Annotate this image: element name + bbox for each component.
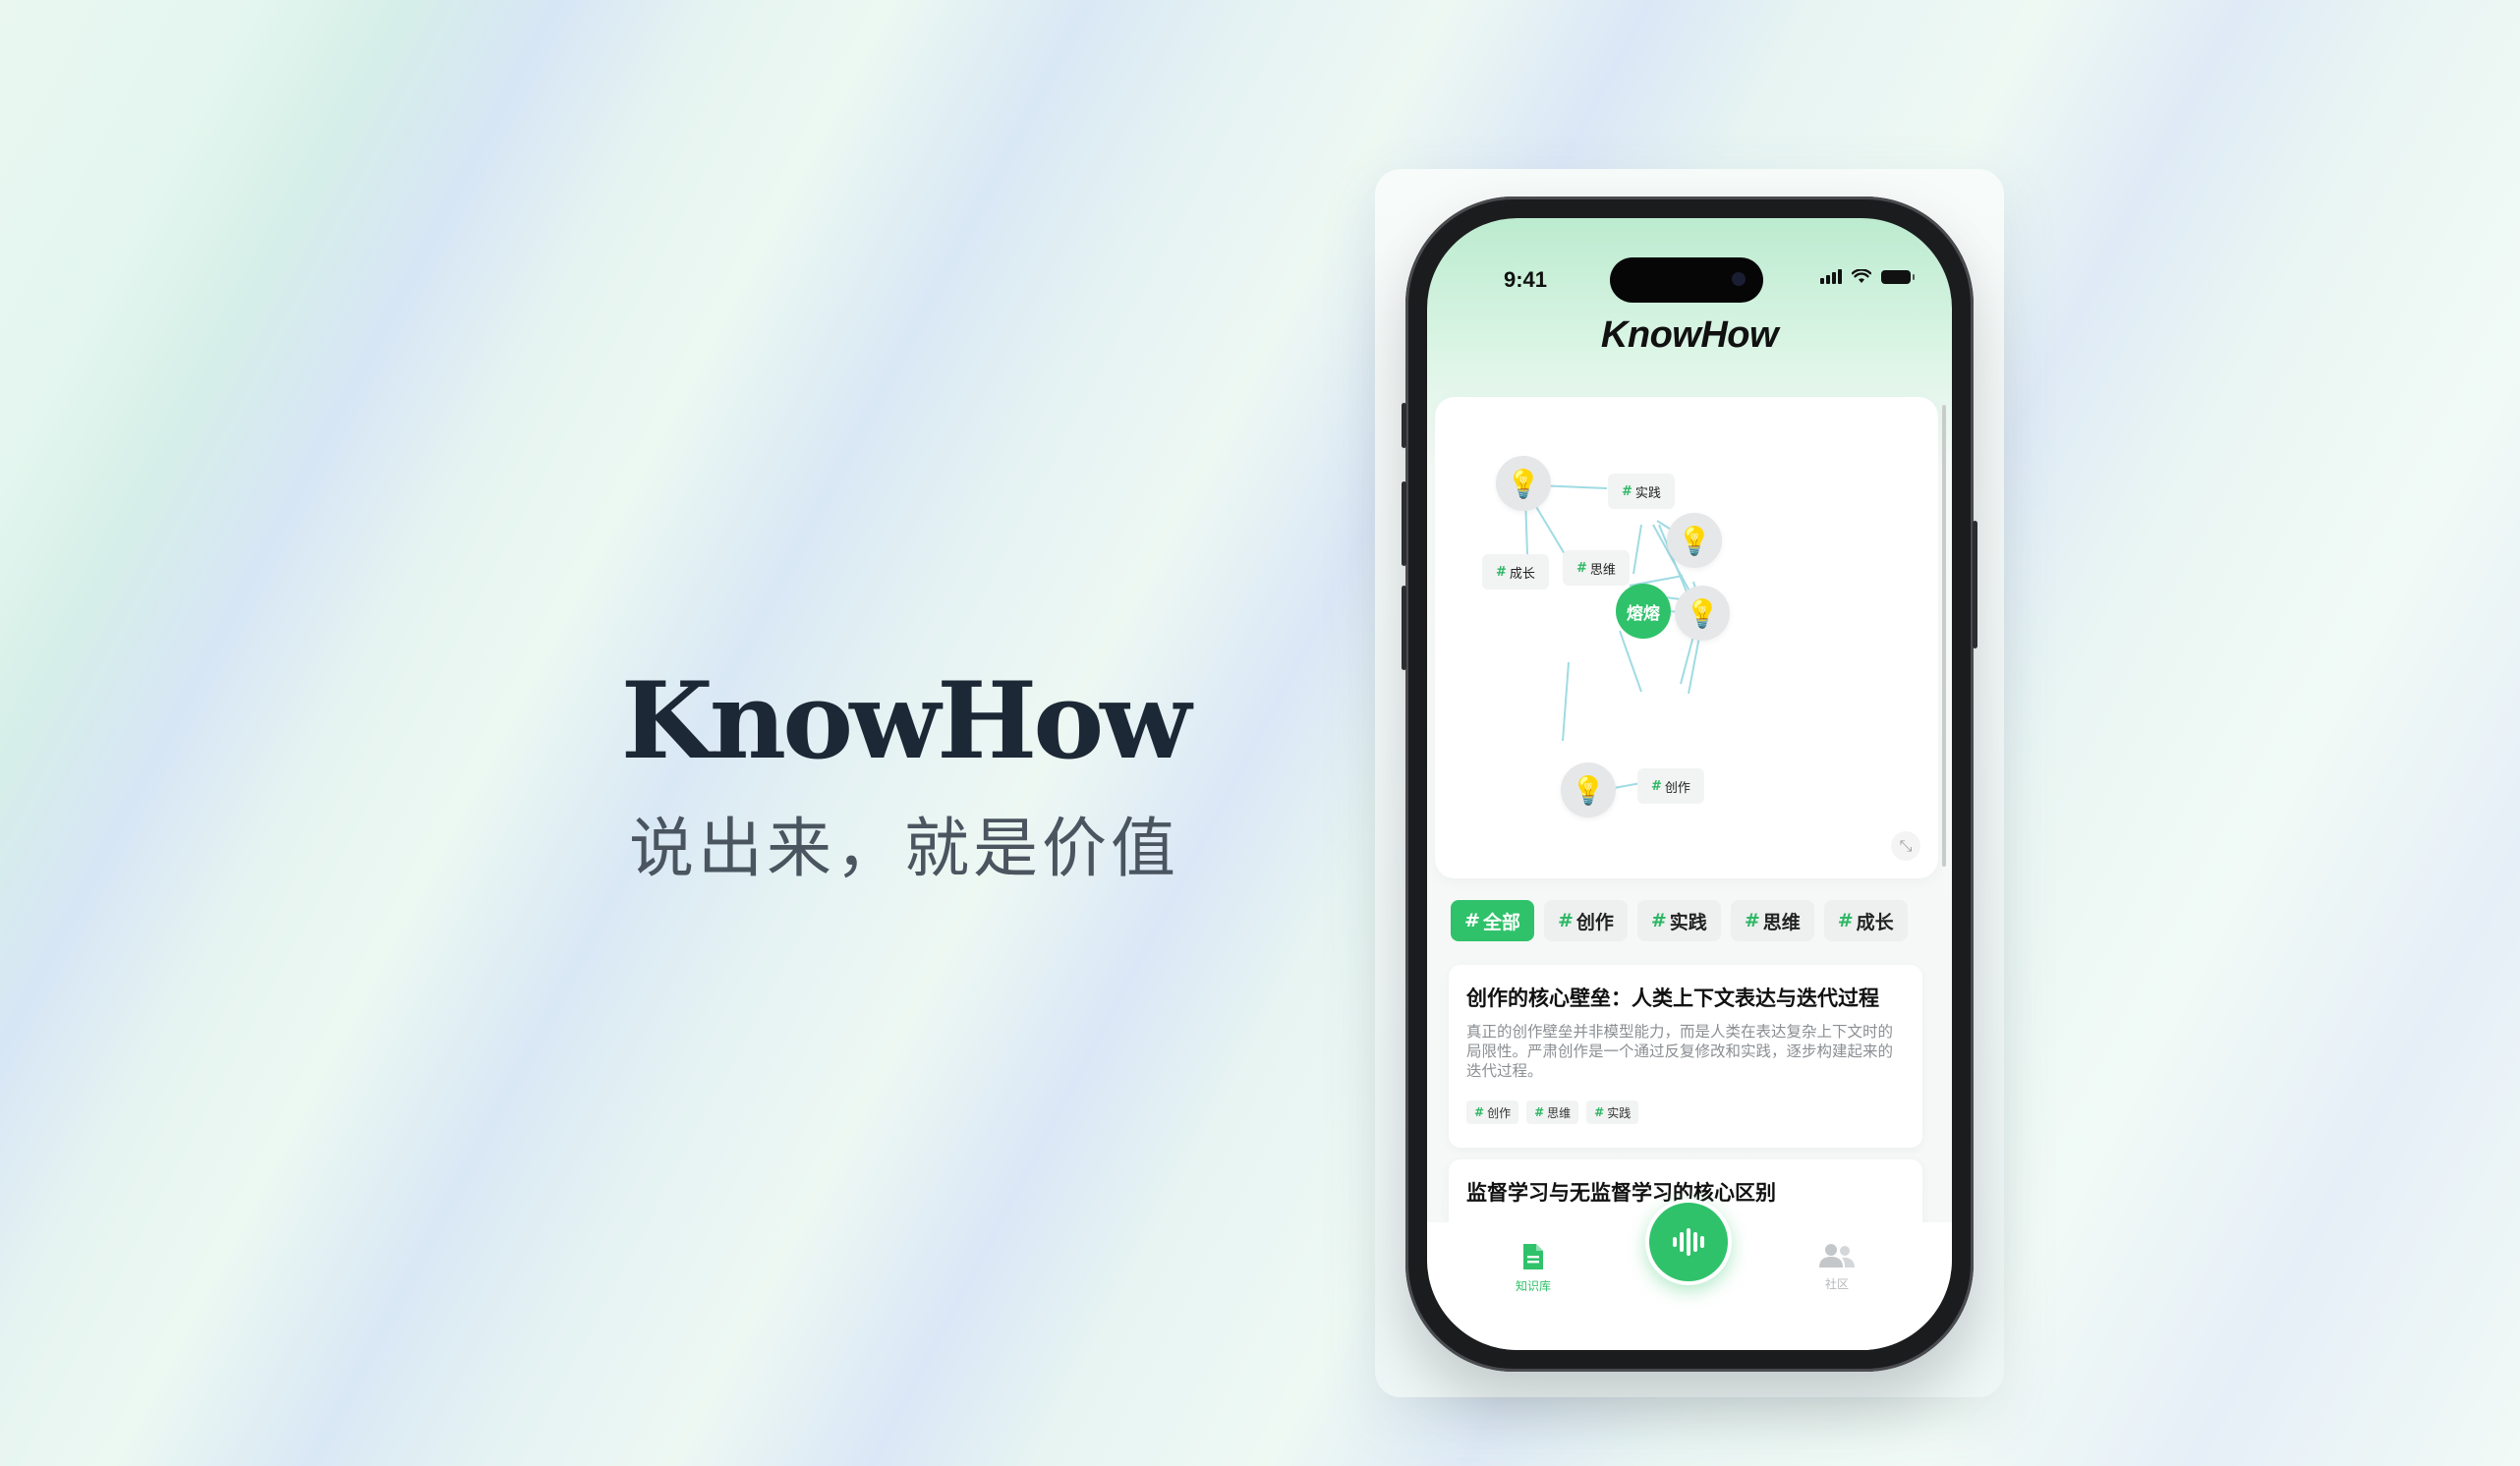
article-tag[interactable]: # 实践 xyxy=(1586,1100,1639,1124)
document-icon xyxy=(1523,1244,1543,1269)
camera-icon xyxy=(1732,272,1746,286)
phone-power-button xyxy=(1973,521,1977,648)
graph-tag-chuangzuo[interactable]: # 创作 xyxy=(1637,768,1704,804)
bulb-node[interactable]: 💡 xyxy=(1561,762,1616,818)
status-icons xyxy=(1820,269,1915,284)
phone-screen: 9:41 KnowHow 💡 💡 💡 💡 # 实践 # 成长 # 思维 # 创作… xyxy=(1427,218,1952,1350)
article-card[interactable]: 创作的核心壁垒：人类上下文表达与迭代过程 真正的创作壁垒并非模型能力，而是人类在… xyxy=(1449,965,1922,1148)
phone-volume-up xyxy=(1402,481,1406,566)
bulb-node[interactable]: 💡 xyxy=(1496,456,1551,511)
filter-chip-shijian[interactable]: # 实践 xyxy=(1636,900,1721,941)
lightbulb-icon: 💡 xyxy=(1571,773,1606,807)
app-title: KnowHow xyxy=(1600,314,1779,356)
tab-community-label: 社区 xyxy=(1824,1277,1849,1291)
graph-center-node[interactable]: 熔熔 xyxy=(1616,584,1671,639)
bulb-node[interactable]: 💡 xyxy=(1667,513,1722,568)
article-tag[interactable]: # 思维 xyxy=(1526,1100,1579,1124)
bulb-node[interactable]: 💡 xyxy=(1675,586,1730,641)
voice-record-button[interactable] xyxy=(1645,1199,1732,1285)
graph-tag-siwei[interactable]: # 思维 xyxy=(1563,550,1630,586)
filter-chip-chuangzuo[interactable]: # 创作 xyxy=(1543,900,1628,941)
tab-knowledge[interactable]: 知识库 xyxy=(1516,1242,1551,1294)
article-tag[interactable]: # 创作 xyxy=(1466,1100,1519,1124)
lightbulb-icon: 💡 xyxy=(1506,467,1541,500)
status-bar: 9:41 xyxy=(1427,246,1952,305)
tab-community[interactable]: 社区 xyxy=(1818,1242,1856,1292)
tab-knowledge-label: 知识库 xyxy=(1516,1279,1552,1293)
wifi-icon xyxy=(1852,269,1871,283)
cellular-signal-icon xyxy=(1820,269,1842,284)
phone-silent-switch xyxy=(1402,403,1406,448)
voice-wave-icon xyxy=(1673,1228,1704,1256)
filter-chips: # 全部 # 创作 # 实践 # 思维 # 成长 xyxy=(1451,900,1908,941)
filter-chip-siwei[interactable]: # 思维 xyxy=(1730,900,1814,941)
lightbulb-icon: 💡 xyxy=(1677,524,1712,557)
scroll-indicator[interactable] xyxy=(1942,405,1946,867)
expand-icon[interactable]: ⤡ xyxy=(1891,831,1920,861)
hero-section: KnowHow 说出来，就是价值 xyxy=(590,668,1219,890)
phone-frame: 9:41 KnowHow 💡 💡 💡 💡 # 实践 # 成长 # 思维 # 创作… xyxy=(1402,197,1977,1372)
knowledge-graph[interactable]: 💡 💡 💡 💡 # 实践 # 成长 # 思维 # 创作 熔熔 ⤡ xyxy=(1435,397,1938,878)
status-time: 9:41 xyxy=(1504,267,1548,292)
article-tags: # 创作 # 思维 # 实践 xyxy=(1449,1081,1922,1124)
filter-chip-all[interactable]: # 全部 xyxy=(1451,900,1534,941)
article-summary: 真正的创作壁垒并非模型能力，而是人类在表达复杂上下文时的局限性。严肃创作是一个通… xyxy=(1466,1023,1894,1080)
people-icon xyxy=(1819,1244,1855,1268)
filter-chip-chengzhang[interactable]: # 成长 xyxy=(1823,900,1908,941)
battery-icon xyxy=(1881,269,1915,284)
dynamic-island xyxy=(1610,257,1763,303)
phone-volume-down xyxy=(1402,586,1406,670)
lightbulb-icon: 💡 xyxy=(1685,596,1720,630)
graph-tag-shijian[interactable]: # 实践 xyxy=(1608,474,1675,509)
hero-title: KnowHow xyxy=(620,659,1191,783)
graph-tag-chengzhang[interactable]: # 成长 xyxy=(1482,554,1549,590)
hero-slogan: 说出来，就是价值 xyxy=(629,811,1179,886)
article-title: 创作的核心壁垒：人类上下文表达与迭代过程 xyxy=(1466,987,1879,1010)
